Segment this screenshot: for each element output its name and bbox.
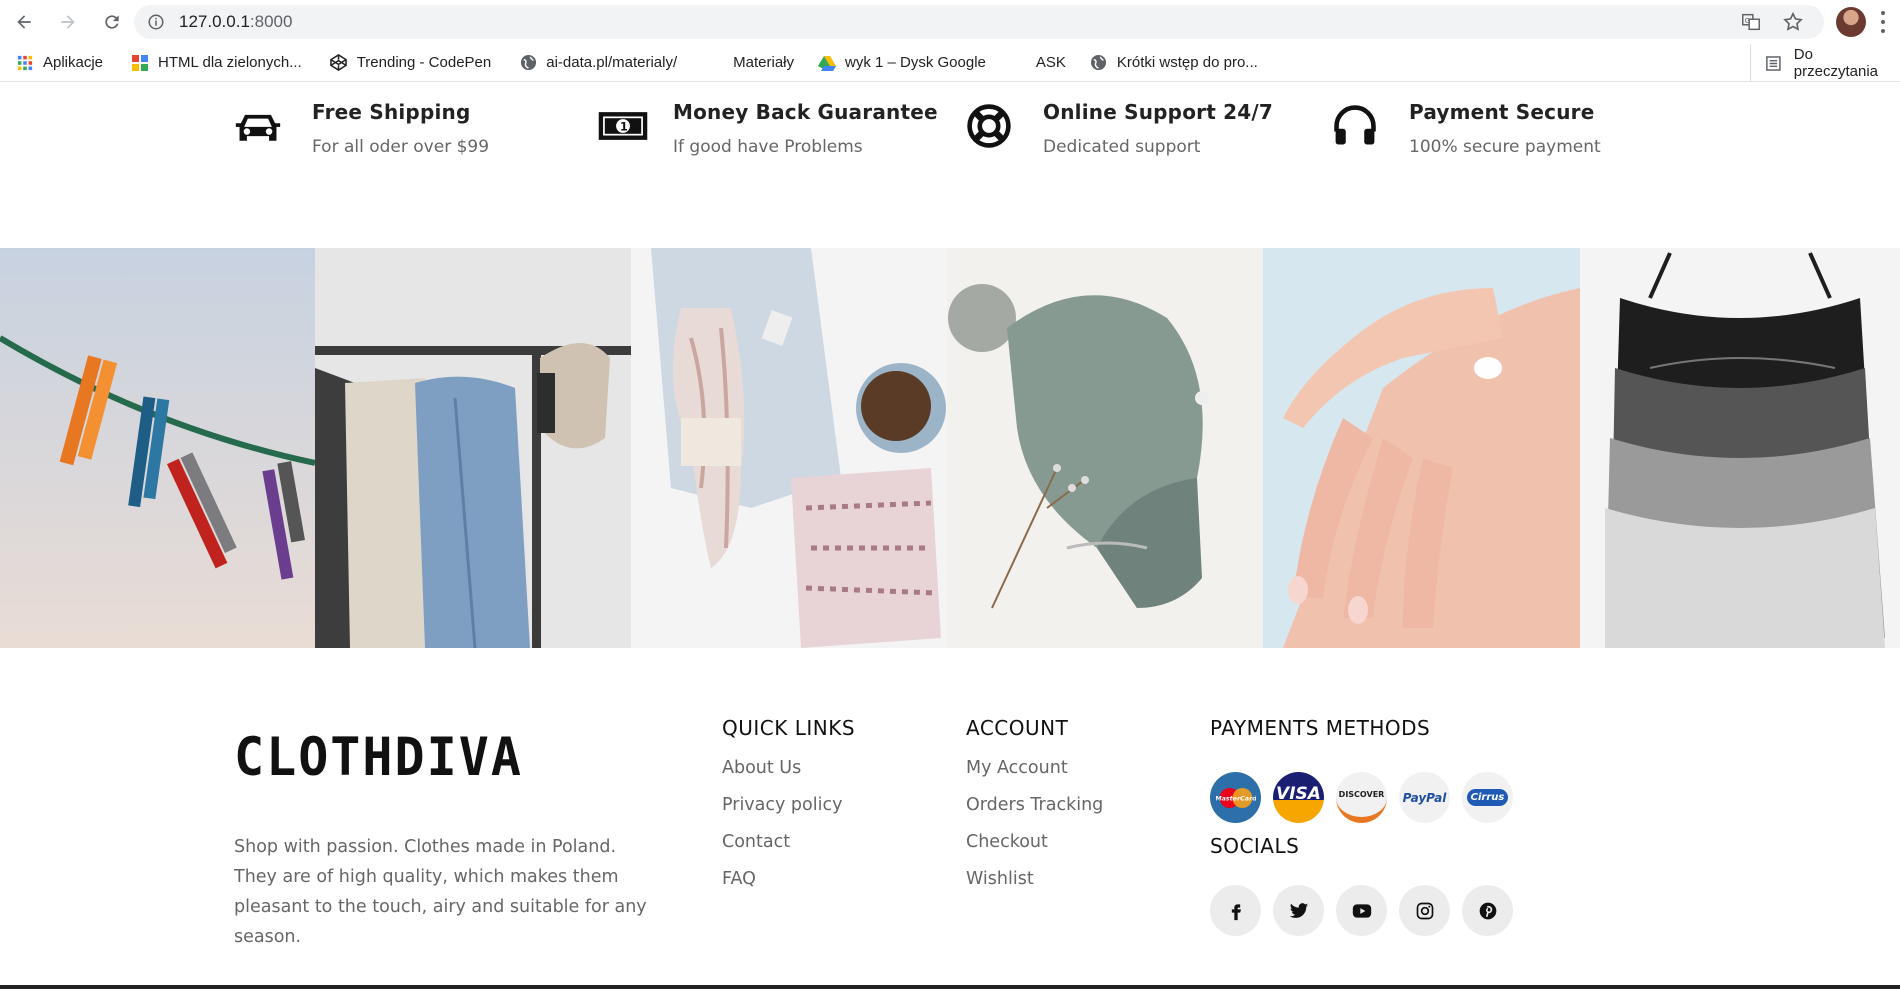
car-icon: [232, 100, 284, 152]
bookmark-apps[interactable]: Aplikacje: [8, 48, 111, 78]
bookmarks-bar: Aplikacje HTML dla zielonych... Trending…: [0, 44, 1900, 82]
reading-list-label: Do przeczytania: [1793, 46, 1878, 80]
money-icon: 1: [597, 100, 649, 152]
star-icon[interactable]: [1782, 11, 1804, 33]
footer-bottom-bar: [0, 985, 1900, 989]
headphones-icon: [1329, 100, 1381, 152]
feature-title: Online Support 24/7: [1043, 100, 1273, 124]
html-site-icon: [131, 54, 149, 72]
bookmark-label: ASK: [1035, 54, 1066, 71]
bookmark-google-drive[interactable]: wyk 1 – Dysk Google: [810, 48, 994, 78]
translate-icon[interactable]: G: [1740, 11, 1762, 33]
feature-payment-secure: Payment Secure 100% secure payment: [1329, 100, 1601, 157]
quick-links-title: QUICK LINKS: [722, 716, 856, 740]
bookmark-label: wyk 1 – Dysk Google: [845, 54, 986, 71]
link-checkout[interactable]: Checkout: [966, 832, 1103, 869]
payment-methods: MasterCard VISA DISCOVER PayPal Cirrus: [1210, 772, 1513, 823]
reload-icon: [105, 15, 119, 29]
instagram-icon[interactable]: [1399, 885, 1450, 936]
payments-title: PAYMENTS METHODS: [1210, 716, 1431, 740]
apps-grid-icon: [16, 54, 34, 72]
arrow-left-icon: [17, 15, 31, 29]
payments-column: PAYMENTS METHODS: [1210, 716, 1430, 740]
twitter-icon[interactable]: [1273, 885, 1324, 936]
bookmark-label: ai-data.pl/materialy/: [546, 54, 678, 71]
feature-title: Payment Secure: [1409, 100, 1595, 124]
knitted-hat-photo[interactable]: [947, 248, 1263, 648]
google-drive-icon: [818, 54, 836, 72]
svg-text:1: 1: [620, 120, 628, 133]
discover-icon: DISCOVER: [1336, 772, 1387, 823]
bookmark-label: Materiały: [733, 54, 794, 71]
tank-tops-photo[interactable]: [1580, 248, 1900, 648]
clothdiva-logo[interactable]: CLOTHDIVA: [234, 727, 523, 788]
svg-text:G: G: [1745, 16, 1751, 25]
feature-free-shipping: Free Shipping For all oder over $99: [232, 100, 489, 157]
bookmark-label: HTML dla zielonych...: [158, 54, 302, 71]
link-faq[interactable]: FAQ: [722, 869, 855, 906]
hand-cream-photo[interactable]: [1263, 248, 1580, 648]
mastercard-icon: MasterCard: [1210, 772, 1261, 823]
link-privacy-policy[interactable]: Privacy policy: [722, 795, 855, 832]
address-bar[interactable]: 127.0.0.1:8000 G: [134, 5, 1824, 39]
clothes-rack-photo[interactable]: [315, 248, 631, 648]
bookmark-ask[interactable]: ASK: [1028, 48, 1074, 78]
globe-icon: [1090, 54, 1108, 72]
bookmark-html[interactable]: HTML dla zielonych...: [123, 48, 310, 78]
about-text: Shop with passion. Clothes made in Polan…: [234, 837, 647, 947]
bookmark-label: Trending - CodePen: [356, 54, 492, 71]
globe-icon: [519, 54, 537, 72]
feature-money-back: 1 Money Back Guarantee If good have Prob…: [597, 100, 938, 157]
social-links: [1210, 885, 1513, 936]
clothespins-photo[interactable]: [0, 248, 315, 648]
menu-icon[interactable]: [1880, 11, 1886, 33]
feature-subtitle: For all oder over $99: [312, 137, 490, 157]
link-my-account[interactable]: My Account: [966, 758, 1103, 795]
feature-subtitle: 100% secure payment: [1409, 137, 1601, 157]
facebook-icon[interactable]: [1210, 885, 1261, 936]
reading-list[interactable]: Do przeczytania: [1750, 44, 1900, 82]
site-footer: CLOTHDIVA Shop with passion. Clothes mad…: [0, 648, 1900, 989]
bookmark-codepen[interactable]: Trending - CodePen: [322, 48, 500, 78]
codepen-icon: [330, 54, 348, 72]
back-button[interactable]: [6, 4, 42, 40]
visa-icon: VISA: [1273, 772, 1324, 823]
link-about-us[interactable]: About Us: [722, 758, 855, 795]
bookmark-materialy[interactable]: Materiały: [725, 48, 802, 78]
bookmark-ai-data[interactable]: ai-data.pl/materialy/: [511, 48, 685, 78]
forward-button[interactable]: [50, 4, 86, 40]
feature-subtitle: Dedicated support: [1043, 137, 1201, 157]
lifebuoy-icon: [963, 100, 1015, 152]
socials-title: SOCIALS: [1210, 834, 1300, 858]
paypal-icon: PayPal: [1399, 772, 1450, 823]
reload-button[interactable]: [94, 4, 130, 40]
link-wishlist[interactable]: Wishlist: [966, 869, 1103, 906]
quick-links-column: QUICK LINKS About Us Privacy policy Cont…: [722, 716, 855, 906]
link-orders-tracking[interactable]: Orders Tracking: [966, 795, 1103, 832]
bookmark-label: Krótki wstęp do pro...: [1116, 54, 1258, 71]
profile-avatar[interactable]: [1836, 7, 1866, 37]
yarn-jeans-photo[interactable]: [631, 248, 947, 648]
instagram-gallery: [0, 248, 1900, 648]
pinterest-icon[interactable]: [1462, 885, 1513, 936]
account-column: ACCOUNT My Account Orders Tracking Check…: [966, 716, 1103, 906]
reading-list-icon: [1766, 55, 1781, 71]
feature-title: Free Shipping: [312, 100, 471, 124]
feature-title: Money Back Guarantee: [673, 100, 938, 124]
bookmark-label: Aplikacje: [43, 54, 104, 71]
bookmark-krotki-wstep[interactable]: Krótki wstęp do pro...: [1082, 48, 1266, 78]
feature-online-support: Online Support 24/7 Dedicated support: [963, 100, 1273, 157]
cirrus-icon: Cirrus: [1462, 772, 1513, 823]
arrow-right-icon: [61, 15, 75, 29]
account-title: ACCOUNT: [966, 716, 1069, 740]
youtube-icon[interactable]: [1336, 885, 1387, 936]
feature-subtitle: If good have Problems: [673, 137, 863, 157]
info-icon[interactable]: [147, 13, 165, 31]
browser-toolbar: 127.0.0.1:8000 G: [0, 0, 1900, 44]
svg-text:MasterCard: MasterCard: [1216, 794, 1256, 802]
features-strip: Free Shipping For all oder over $99 1 Mo…: [0, 82, 1900, 248]
link-contact[interactable]: Contact: [722, 832, 855, 869]
url-text: 127.0.0.1:8000: [179, 12, 293, 31]
